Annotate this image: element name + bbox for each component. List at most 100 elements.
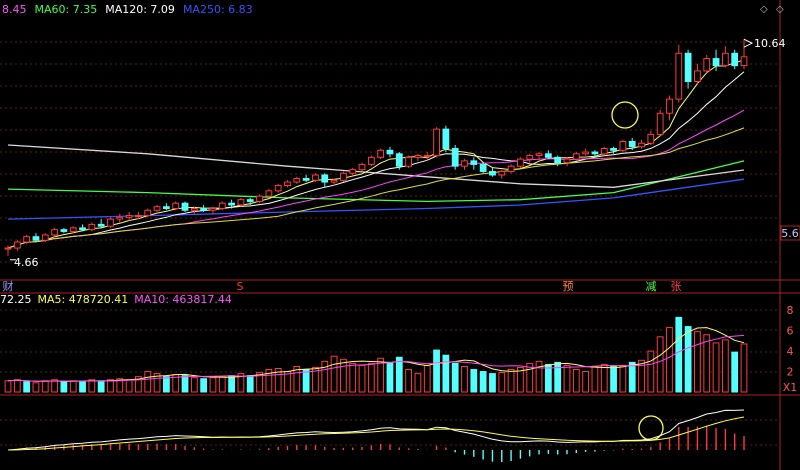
volume-bar <box>414 373 422 393</box>
candle-body <box>302 178 310 181</box>
volume-bar <box>619 364 627 393</box>
candle <box>340 171 347 183</box>
volume-header-item: MA5: 478720.41 <box>38 293 129 306</box>
candle-body <box>433 128 440 157</box>
candle-body <box>60 229 68 232</box>
candle-body <box>237 199 245 206</box>
candle <box>312 173 319 183</box>
volume-bar <box>349 362 357 393</box>
volume-bar <box>731 351 739 393</box>
candle <box>377 148 385 160</box>
candle-body <box>386 149 394 155</box>
price-header-item: MA120: 7.09 <box>105 3 175 16</box>
volume-bar <box>200 378 208 393</box>
candle <box>218 201 226 211</box>
volume-bar <box>572 369 580 393</box>
candle-body <box>13 241 21 249</box>
candle-body <box>116 216 124 220</box>
volume-axis-tick: 6 <box>787 325 794 338</box>
candle-body <box>423 155 431 158</box>
candle-body <box>656 112 664 135</box>
candle <box>237 197 245 207</box>
candle-body <box>526 155 534 160</box>
price-right-label: 5.6 <box>781 227 799 240</box>
candle <box>405 155 412 168</box>
event-marker-2: 预 <box>563 280 574 293</box>
candle-body <box>395 153 403 167</box>
candle <box>172 201 180 211</box>
candle <box>517 157 524 168</box>
volume-bar <box>190 377 198 393</box>
volume-bar <box>656 336 664 393</box>
candle-body <box>610 148 617 151</box>
candle-body <box>684 52 692 82</box>
candle-body <box>340 172 347 181</box>
candle-body <box>479 163 487 172</box>
candle-body <box>563 158 571 164</box>
volume-bar <box>442 354 450 393</box>
volume-bar <box>694 331 701 393</box>
candle-body <box>274 185 282 192</box>
candle-body <box>489 170 496 176</box>
volume-bar <box>675 316 683 393</box>
right-arrow-icon[interactable]: ◇ <box>776 4 784 15</box>
candle-body <box>209 208 217 211</box>
volume-axis-tick: 8 <box>787 304 794 317</box>
candle <box>181 201 189 213</box>
volume-bar <box>69 380 77 393</box>
candle-body <box>405 156 412 167</box>
high-price-label: 10.64 <box>754 37 786 50</box>
volume-bar <box>209 377 217 393</box>
candle <box>479 162 487 174</box>
candle-body <box>162 206 170 210</box>
price-header-item: MA250: 6.83 <box>183 3 253 16</box>
candle-body <box>107 218 114 227</box>
volume-bar <box>330 355 338 393</box>
candle-body <box>554 156 562 164</box>
volume-bar <box>535 360 543 393</box>
volume-bar <box>740 343 748 393</box>
candle-body <box>88 223 96 231</box>
candle-body <box>51 229 58 236</box>
volume-bar <box>88 379 96 393</box>
candle-body <box>498 170 506 176</box>
stock-chart: 10.64 4.66 8.45 MA60: 7.35 MA120: 7.09 MA250:… <box>0 0 800 470</box>
volume-bar <box>321 360 329 393</box>
candle-body <box>377 149 385 158</box>
volume-axis-tick: 2 <box>787 366 794 379</box>
volume-header-item: MA10: 463817.44 <box>134 293 232 306</box>
candle-body <box>694 70 701 82</box>
left-arrow-icon[interactable]: ◇ <box>760 4 768 15</box>
candle <box>600 146 608 156</box>
volume-bar <box>107 379 114 393</box>
candle-body <box>135 215 142 218</box>
candle-body <box>582 151 590 155</box>
candle <box>107 217 114 228</box>
volume-bar <box>703 334 711 393</box>
candle-body <box>349 169 357 174</box>
candle-body <box>228 202 235 206</box>
volume-bar <box>41 380 49 393</box>
candle <box>88 222 96 232</box>
volume-bar <box>479 371 487 393</box>
candle-body <box>731 52 739 67</box>
volume-bar <box>563 364 571 393</box>
candle <box>619 139 627 153</box>
volume-bar <box>498 372 506 393</box>
candle-body <box>125 215 133 218</box>
volume-bar <box>367 362 375 393</box>
volume-bar <box>97 380 105 393</box>
candle-body <box>256 195 263 202</box>
candle-body <box>330 179 338 183</box>
candle-body <box>153 206 161 211</box>
volume-bar <box>591 365 599 393</box>
volume-bar <box>507 369 515 393</box>
volume-header-item: 72.25 <box>0 293 32 306</box>
volume-unit-label: X1 <box>783 381 798 394</box>
volume-bar <box>451 362 459 393</box>
event-marker-1: S <box>237 280 244 293</box>
event-marker-3: 减 <box>646 280 657 293</box>
candle-body <box>451 148 459 167</box>
volume-bar <box>600 363 608 393</box>
candle <box>358 162 366 172</box>
